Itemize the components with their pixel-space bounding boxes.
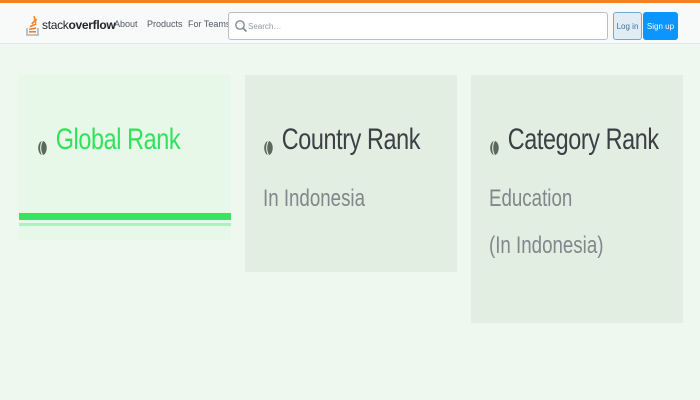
search-box[interactable] bbox=[228, 12, 608, 40]
country-rank-location: In Indonesia bbox=[263, 185, 366, 212]
nav-about[interactable]: About bbox=[114, 19, 138, 29]
stackoverflow-logo-icon bbox=[26, 14, 40, 36]
country-rank-card: Country Rank In Indonesia bbox=[245, 75, 457, 272]
search-input[interactable] bbox=[246, 13, 603, 39]
global-rank-title: Global Rank bbox=[55, 123, 181, 156]
logo-text-light: stack bbox=[42, 18, 69, 32]
category-rank-card: Category Rank Education (In Indonesia) bbox=[471, 75, 683, 323]
global-rank-bar bbox=[19, 213, 231, 220]
globe-icon bbox=[37, 131, 48, 156]
globe-icon bbox=[489, 131, 500, 156]
nav-for-teams[interactable]: For Teams bbox=[188, 19, 230, 29]
top-bar: stackoverflow About Products For Teams L… bbox=[0, 0, 700, 44]
category-rank-category: Education bbox=[489, 185, 573, 212]
category-rank-title: Category Rank bbox=[507, 123, 659, 156]
login-button[interactable]: Log in bbox=[613, 12, 642, 40]
nav-products[interactable]: Products bbox=[147, 19, 183, 29]
global-rank-card: Global Rank bbox=[19, 75, 231, 240]
logo-text-bold: overflow bbox=[68, 18, 116, 32]
global-rank-bar-shadow bbox=[19, 223, 231, 226]
category-rank-location: (In Indonesia) bbox=[489, 232, 604, 259]
country-rank-title: Country Rank bbox=[281, 123, 421, 156]
globe-icon bbox=[263, 131, 274, 156]
signup-button[interactable]: Sign up bbox=[643, 12, 678, 40]
stackoverflow-logo[interactable]: stackoverflow bbox=[26, 11, 116, 39]
